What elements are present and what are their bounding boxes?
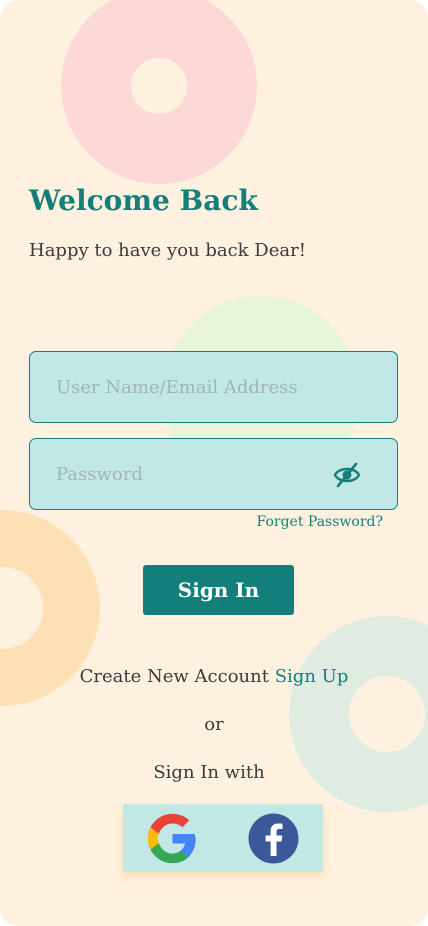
facebook-icon[interactable] bbox=[248, 813, 299, 864]
page-subtitle: Happy to have you back Dear! bbox=[29, 240, 306, 261]
page-title: Welcome Back bbox=[29, 184, 258, 217]
password-field[interactable] bbox=[29, 438, 398, 510]
sign-up-link[interactable]: Sign Up bbox=[275, 666, 349, 687]
social-login-box bbox=[123, 804, 323, 872]
social-sign-in-title: Sign In with bbox=[153, 762, 265, 783]
username-input[interactable] bbox=[54, 375, 373, 399]
forgot-password-link[interactable]: Forget Password? bbox=[257, 514, 383, 530]
password-input[interactable] bbox=[54, 462, 373, 486]
create-account-row: Create New Account Sign Up bbox=[0, 666, 428, 687]
login-screen: Welcome Back Happy to have you back Dear… bbox=[0, 0, 428, 926]
sign-in-button[interactable]: Sign In bbox=[143, 565, 294, 615]
or-divider-text: or bbox=[204, 714, 224, 735]
google-icon[interactable] bbox=[147, 813, 198, 864]
decorative-ring-pink bbox=[61, 0, 257, 184]
eye-off-icon[interactable] bbox=[333, 461, 361, 489]
create-account-text: Create New Account bbox=[79, 666, 269, 687]
username-field[interactable] bbox=[29, 351, 398, 423]
